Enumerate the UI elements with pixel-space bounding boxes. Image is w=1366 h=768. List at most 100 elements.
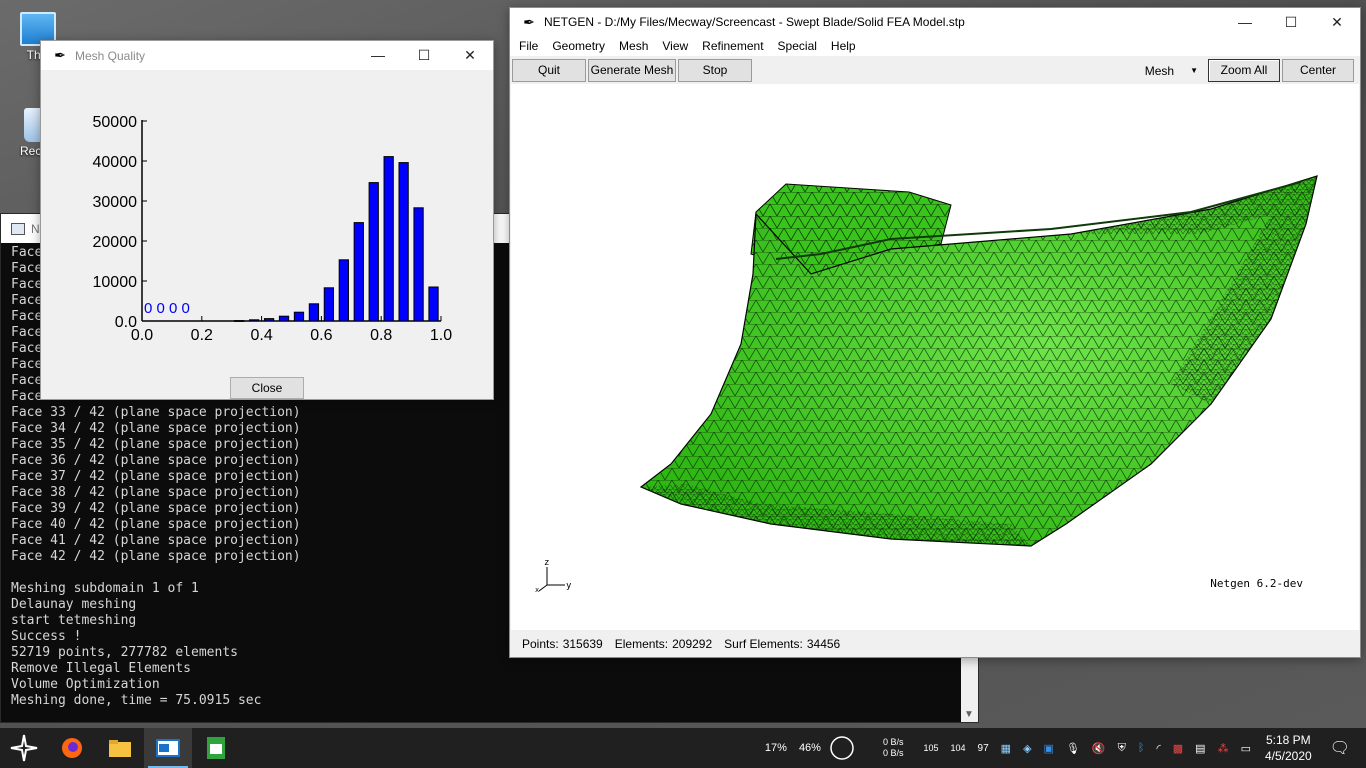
netgen-taskbar-button[interactable]	[144, 728, 192, 768]
maximize-icon[interactable]: ☐	[1268, 8, 1314, 37]
tray-value-3: 97	[977, 742, 989, 754]
mesh-quality-title-bar[interactable]: ✒ Mesh Quality — ☐ ✕	[41, 41, 493, 70]
toolbar: Quit Generate Mesh Stop Mesh ▼ Zoom All …	[510, 56, 1360, 84]
menu-geometry[interactable]: Geometry	[545, 39, 612, 53]
histogram-bar	[308, 303, 320, 322]
monitor-icon[interactable]: ▦	[1001, 742, 1011, 755]
console-title: N	[31, 221, 40, 236]
microphone-icon[interactable]: 🎙	[1066, 742, 1080, 755]
close-icon[interactable]: ✕	[1314, 8, 1360, 37]
chevron-down-icon: ▼	[1190, 66, 1198, 75]
netgen-title: NETGEN - D:/My Files/Mecway/Screencast -…	[544, 15, 965, 29]
zoom-all-button[interactable]: Zoom All	[1208, 59, 1280, 82]
histogram-bar	[263, 318, 275, 322]
minimize-icon[interactable]: —	[1222, 8, 1268, 37]
axis-y-label: y	[566, 581, 572, 591]
view-select[interactable]: Mesh ▼	[1145, 64, 1198, 78]
y-tick-label: 40000	[93, 154, 138, 171]
start-button[interactable]	[0, 728, 48, 768]
feather-icon: ✒	[54, 47, 66, 63]
netgen-logo-icon	[10, 734, 38, 762]
x-tick-label: 0.6	[310, 327, 332, 344]
network-error-icon[interactable]: ▩	[1173, 742, 1183, 755]
mesh-quality-window: ✒ Mesh Quality — ☐ ✕ 0.0 10000 20000 30000 4…	[40, 40, 494, 400]
histogram-bar	[323, 287, 335, 322]
x-tick-label: 0.2	[191, 327, 213, 344]
histogram-bar	[234, 320, 245, 322]
wifi-icon[interactable]: ◜	[1156, 742, 1160, 755]
clock-time: 5:18 PM	[1265, 733, 1311, 747]
mute-icon[interactable]: 🔇	[1092, 742, 1106, 755]
y-tick-label: 20000	[93, 234, 138, 251]
menu-mesh[interactable]: Mesh	[612, 39, 655, 53]
histogram-bar	[293, 311, 305, 322]
menu-refinement[interactable]: Refinement	[695, 39, 770, 53]
folder-icon	[109, 740, 131, 757]
histogram-bar	[338, 259, 349, 322]
shield-icon[interactable]: ⛨	[1118, 742, 1126, 755]
view-select-value: Mesh	[1144, 63, 1175, 78]
stop-button[interactable]: Stop	[678, 58, 752, 82]
file-explorer-taskbar-button[interactable]	[96, 728, 144, 768]
audio-app-icon[interactable]: ▣	[1044, 742, 1054, 755]
axes-indicator: z y x	[535, 557, 575, 596]
generate-mesh-button[interactable]: Generate Mesh	[588, 58, 676, 82]
bluetooth-icon[interactable]: ᛒ	[1138, 742, 1145, 754]
zero-count-label: 0 0 0 0	[144, 300, 190, 317]
close-button[interactable]: Close	[230, 377, 304, 399]
taskbar: 17% 46% 0 B/s 0 B/s 105 104 97 ▦ ◈ ▣ 🎙 🔇…	[0, 728, 1366, 768]
menu-view[interactable]: View	[655, 39, 695, 53]
center-button[interactable]: Center	[1282, 59, 1354, 82]
menu-file[interactable]: File	[512, 39, 545, 53]
mesh-render[interactable]	[511, 84, 1359, 630]
tray-value-1: 105	[923, 743, 939, 753]
mesh-viewport[interactable]: z y x Netgen 6.2-dev	[511, 84, 1359, 630]
net-up: 0 B/s	[882, 737, 904, 747]
notification-icon[interactable]: 🗨	[1330, 738, 1350, 758]
y-tick-label: 50000	[93, 114, 138, 131]
version-label: Netgen 6.2-dev	[1210, 577, 1303, 590]
close-icon[interactable]: ✕	[447, 41, 493, 70]
histogram-bar	[248, 319, 260, 322]
y-tick-label: 30000	[93, 194, 138, 211]
spreadsheet-icon	[207, 737, 225, 759]
histogram-bar	[428, 286, 439, 322]
minimize-icon[interactable]: —	[355, 41, 401, 70]
points-value: 315639	[562, 637, 603, 651]
surf-elements-label: Surf Elements:	[724, 637, 803, 651]
firefox-taskbar-button[interactable]	[48, 728, 96, 768]
cpu-usage: 17%	[764, 742, 787, 754]
firefox-icon	[62, 738, 82, 758]
scroll-down-icon[interactable]: ▼	[964, 709, 974, 720]
elements-label: Elements:	[614, 637, 669, 651]
x-tick-label: 0.8	[370, 327, 392, 344]
clock[interactable]: 5:18 PM 4/5/2020	[1265, 732, 1312, 764]
menu-help[interactable]: Help	[824, 39, 863, 53]
network-speed: 0 B/s 0 B/s	[883, 737, 904, 759]
drive-icon[interactable]: ▤	[1195, 742, 1205, 755]
histogram-bar	[398, 162, 409, 322]
histogram-bar	[278, 315, 290, 322]
maximize-icon[interactable]: ☐	[401, 41, 447, 70]
menu-bar: File Geometry Mesh View Refinement Speci…	[510, 36, 1360, 56]
circle-indicator-icon	[830, 736, 854, 760]
menu-special[interactable]: Special	[771, 39, 824, 53]
netgen-window: ✒ NETGEN - D:/My Files/Mecway/Screencast…	[509, 7, 1361, 658]
quit-button[interactable]: Quit	[512, 58, 586, 82]
tray-value-2: 104	[950, 743, 966, 753]
x-tick-label: 0.4	[250, 327, 272, 344]
net-down: 0 B/s	[882, 748, 904, 758]
system-tray: 17% 46% 0 B/s 0 B/s 105 104 97 ▦ ◈ ▣ 🎙 🔇…	[759, 728, 1366, 768]
battery-icon[interactable]: ▭	[1241, 742, 1251, 755]
window-icon	[156, 739, 180, 757]
netgen-title-bar[interactable]: ✒ NETGEN - D:/My Files/Mecway/Screencast…	[510, 8, 1360, 36]
console-icon	[11, 222, 25, 235]
feather-icon: ✒	[523, 13, 535, 30]
histogram-bar	[353, 222, 364, 322]
cluster-icon[interactable]: ⁂	[1218, 742, 1229, 755]
histogram-bar	[383, 156, 394, 322]
axis-x-label: x	[535, 586, 539, 593]
app-tray-icon[interactable]: ◈	[1023, 742, 1031, 755]
spreadsheet-taskbar-button[interactable]	[192, 728, 240, 768]
y-tick-label: 10000	[93, 274, 138, 291]
